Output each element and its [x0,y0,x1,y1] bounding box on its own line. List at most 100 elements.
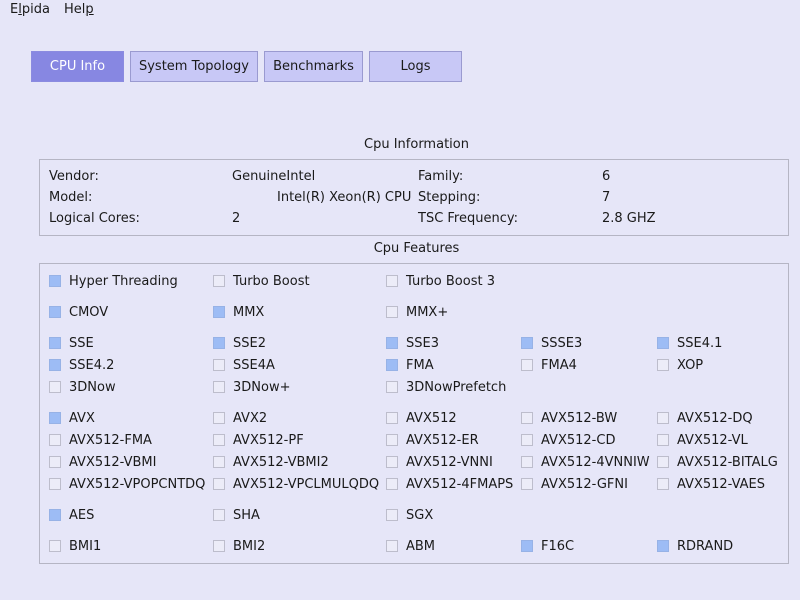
checkbox-box[interactable] [49,456,61,468]
feature-label: AVX512-VBMI2 [233,455,329,470]
checkbox-box[interactable] [213,478,225,490]
checkbox-box[interactable] [521,337,533,349]
checkbox-box[interactable] [386,381,398,393]
checkbox-box[interactable] [49,381,61,393]
model-label: Model: [49,190,93,205]
checkbox-box[interactable] [49,359,61,371]
tab-system-topology[interactable]: System Topology [130,51,258,82]
checkbox-box[interactable] [386,456,398,468]
menu-help-text-a: Hel [64,2,86,17]
feature-label: Turbo Boost [233,274,310,289]
checkbox-box[interactable] [657,478,669,490]
checkbox-box[interactable] [213,306,225,318]
feature-label: AVX512-4FMAPS [406,477,514,492]
checkbox-box[interactable] [521,540,533,552]
checkbox-box[interactable] [657,434,669,446]
feature-label: AVX512-CD [541,433,616,448]
checkbox-box[interactable] [657,337,669,349]
feature-label: AVX512-4VNNIW [541,455,650,470]
checkbox-box[interactable] [213,275,225,287]
tab-benchmarks[interactable]: Benchmarks [264,51,363,82]
checkbox-box[interactable] [521,456,533,468]
feature-label: AVX512-VAES [677,477,766,492]
checkbox-box[interactable] [521,434,533,446]
stepping-value: 7 [602,190,611,205]
feature-label: MMX [233,305,265,320]
family-label: Family: [418,169,464,184]
feature-label: SSE4.2 [69,358,115,373]
checkbox-box[interactable] [213,456,225,468]
feature-label: AES [69,508,95,523]
checkbox-box[interactable] [386,359,398,371]
feature-label: CMOV [69,305,109,320]
feature-label: SSE [69,336,94,351]
tsc-frequency-label: TSC Frequency: [418,211,518,226]
feature-label: 3DNow [69,380,116,395]
feature-label: AVX [69,411,95,426]
checkbox-box[interactable] [657,456,669,468]
tab-logs[interactable]: Logs [369,51,462,82]
feature-label: AVX512 [406,411,457,426]
checkbox-box[interactable] [386,337,398,349]
checkbox-box[interactable] [386,434,398,446]
checkbox-box[interactable] [386,540,398,552]
checkbox-box[interactable] [213,337,225,349]
checkbox-box[interactable] [213,540,225,552]
feature-label: SSE4.1 [677,336,723,351]
cpu-info-title: Cpu Information [364,137,469,152]
checkbox-box[interactable] [213,359,225,371]
logical-cores-value: 2 [232,211,241,226]
checkbox-box[interactable] [386,306,398,318]
vendor-label: Vendor: [49,169,99,184]
checkbox-box[interactable] [49,540,61,552]
vendor-value: GenuineIntel [232,169,316,184]
feature-label: AVX512-BW [541,411,618,426]
family-value: 6 [602,169,611,184]
stepping-label: Stepping: [418,190,481,205]
feature-label: ABM [406,539,436,554]
checkbox-box[interactable] [657,540,669,552]
feature-label: Hyper Threading [69,274,178,289]
checkbox-box[interactable] [386,275,398,287]
cpu-features-group: Hyper Threading Turbo Boost Turbo Boost 3 C… [39,263,789,564]
checkbox-box[interactable] [521,359,533,371]
checkbox-box[interactable] [213,509,225,521]
checkbox-box[interactable] [49,275,61,287]
feature-label: FMA4 [541,358,577,373]
feature-label: SHA [233,508,260,523]
checkbox-box[interactable] [49,434,61,446]
checkbox-box[interactable] [386,478,398,490]
checkbox-box[interactable] [49,306,61,318]
feature-label: AVX512-PF [233,433,304,448]
feature-label: SGX [406,508,434,523]
checkbox-box[interactable] [657,412,669,424]
checkbox-box[interactable] [521,478,533,490]
checkbox-box[interactable] [386,412,398,424]
feature-label: AVX512-DQ [677,411,753,426]
checkbox-box[interactable] [657,359,669,371]
feature-label: AVX512-BITALG [677,455,778,470]
checkbox-box[interactable] [49,412,61,424]
checkbox-box[interactable] [49,509,61,521]
feature-label: SSE3 [406,336,439,351]
feature-label: AVX512-VBMI [69,455,157,470]
checkbox-box[interactable] [49,478,61,490]
checkbox-box[interactable] [521,412,533,424]
menu-help-mnemonic: p [85,2,94,17]
menu-app[interactable]: Elpida [10,2,50,18]
feature-label: 3DNow+ [233,380,291,395]
feature-label: FMA [406,358,434,373]
checkbox-box[interactable] [213,412,225,424]
feature-label: BMI2 [233,539,266,554]
feature-label: AVX512-VPOPCNTDQ [69,477,206,492]
checkbox-box[interactable] [386,509,398,521]
checkbox-box[interactable] [49,337,61,349]
feature-label: AVX2 [233,411,268,426]
feature-label: AVX512-ER [406,433,479,448]
tab-cpu-info[interactable]: CPU Info [31,51,124,82]
menu-bar: Elpida Help [0,0,800,20]
menu-help[interactable]: Help [64,2,94,18]
feature-label: AVX512-VL [677,433,748,448]
checkbox-box[interactable] [213,434,225,446]
checkbox-box[interactable] [213,381,225,393]
